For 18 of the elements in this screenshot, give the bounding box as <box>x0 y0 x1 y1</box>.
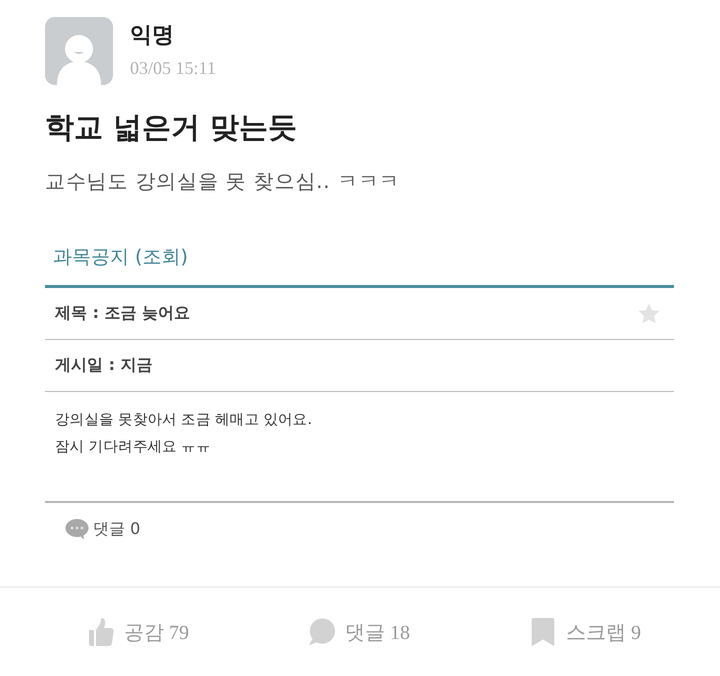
chat-bubble-icon <box>65 518 89 540</box>
author-name: 익명 <box>130 22 175 50</box>
notice-header: 과목공지 (조회) <box>45 243 674 288</box>
bookmark-icon <box>529 617 557 647</box>
scrap-button[interactable]: 스크랩 9 <box>525 613 645 651</box>
comment-count[interactable]: 댓글 0 <box>93 518 140 540</box>
notice-subject: 제목 : 조금 늦어요 <box>55 303 190 324</box>
post-body: 교수님도 강의실을 못 찾으심.. ㅋㅋㅋ <box>45 168 401 195</box>
avatar-icon <box>45 17 113 85</box>
star-icon[interactable] <box>637 302 661 326</box>
post-title: 학교 넓은거 맞는듯 <box>45 109 298 146</box>
thumbs-up-icon <box>87 617 115 647</box>
comment-button[interactable]: 댓글 18 <box>304 613 414 651</box>
speech-bubble-icon <box>308 617 336 647</box>
like-button[interactable]: 공감 79 <box>83 613 193 651</box>
post-time: 03/05 15:11 <box>130 57 216 80</box>
notice-date: 게시일 : 지금 <box>55 355 153 376</box>
notice-message: 강의실을 못찾아서 조금 헤매고 있어요. 잠시 기다려주세요 ㅠㅠ <box>45 392 674 503</box>
